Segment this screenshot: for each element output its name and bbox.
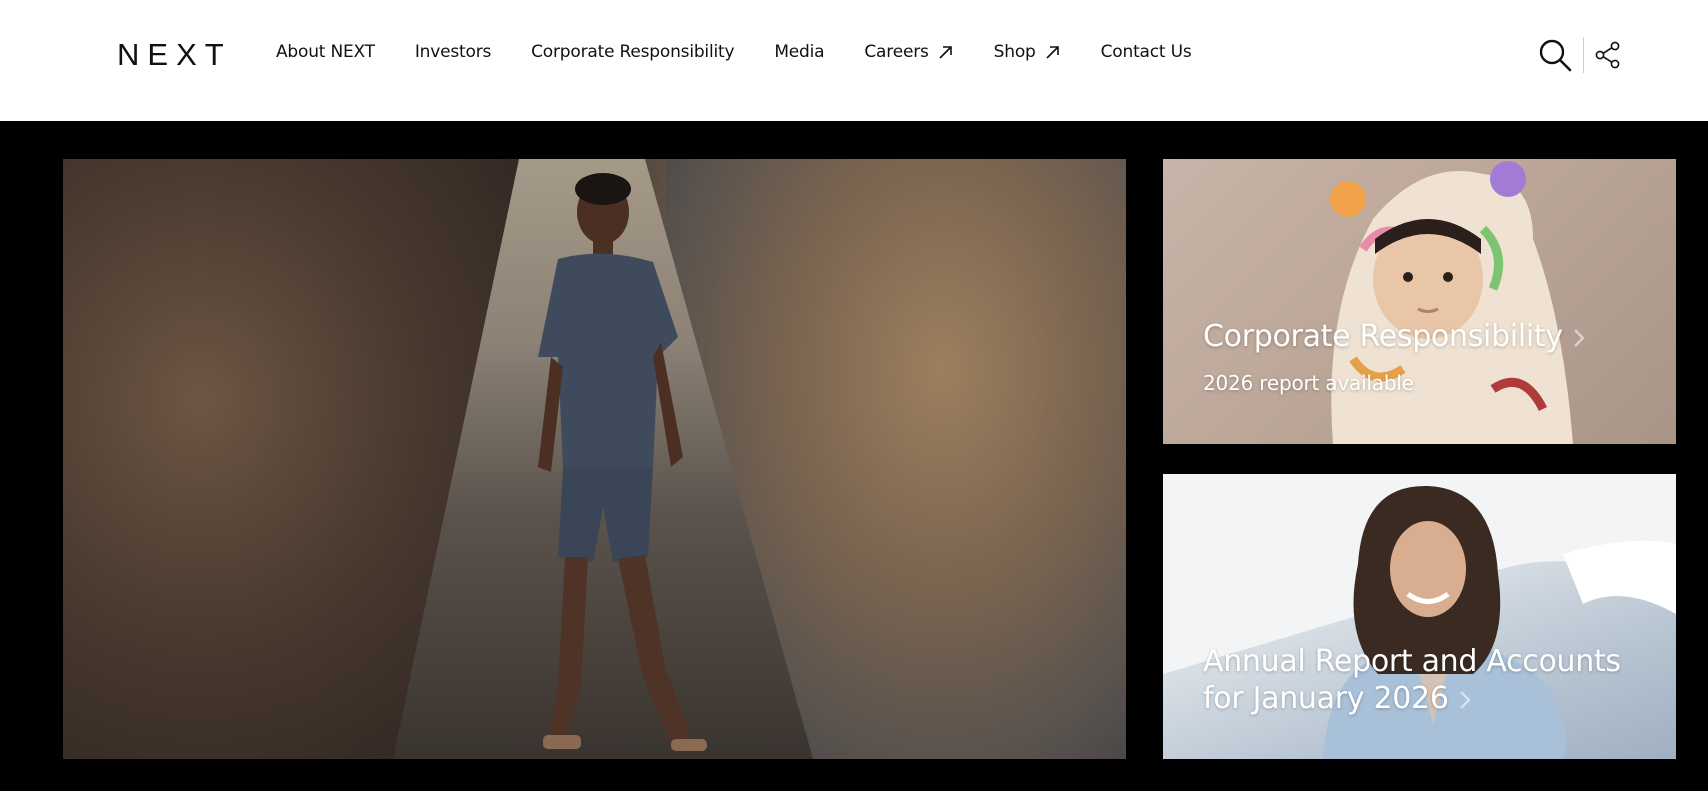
card-title: Annual Report and Accounts for January 2…	[1203, 644, 1621, 716]
nav-item-label: Corporate Responsibility	[531, 42, 735, 62]
hero-person-figure	[538, 173, 707, 751]
nav-item-label: Media	[774, 42, 825, 62]
chevron-right-icon	[1459, 690, 1471, 709]
corporate-responsibility-card[interactable]: Corporate Responsibility 2026 report ava…	[1163, 159, 1676, 444]
header-utilities	[1538, 37, 1621, 73]
nav-item-label: About NEXT	[276, 42, 375, 62]
utility-divider	[1583, 37, 1584, 73]
nav-item-label: Contact Us	[1100, 42, 1192, 62]
nav-item-about[interactable]: About NEXT	[276, 42, 375, 62]
external-link-arrow-icon	[939, 45, 952, 59]
card-subtitle: 2026 report available	[1203, 371, 1414, 395]
annual-report-card[interactable]: Annual Report and Accounts for January 2…	[1163, 474, 1676, 759]
next-logo[interactable]: NEXT	[117, 39, 232, 70]
nav-item-careers[interactable]: Careers	[864, 42, 953, 62]
nav-item-investors[interactable]: Investors	[415, 42, 491, 62]
card-title: Corporate Responsibility	[1203, 318, 1585, 355]
site-header: NEXT About NEXT Investors Corporate Resp…	[0, 0, 1708, 121]
nav-item-contact[interactable]: Contact Us	[1101, 42, 1192, 62]
nav-item-label: Careers	[864, 42, 929, 62]
nav-item-shop[interactable]: Shop	[994, 42, 1061, 62]
child-in-hoodie-image	[1330, 161, 1573, 444]
share-icon[interactable]	[1595, 41, 1621, 69]
main-nav: About NEXT Investors Corporate Responsib…	[276, 42, 1232, 62]
chevron-right-icon	[1573, 328, 1585, 347]
nav-item-corporate-responsibility[interactable]: Corporate Responsibility	[531, 42, 734, 62]
search-icon[interactable]	[1538, 38, 1572, 72]
nav-item-media[interactable]: Media	[774, 42, 824, 62]
nav-item-label: Shop	[993, 42, 1036, 62]
hero-image[interactable]	[63, 159, 1126, 759]
external-link-arrow-icon	[1046, 45, 1059, 59]
main-content: Corporate Responsibility 2026 report ava…	[0, 121, 1708, 791]
nav-item-label: Investors	[414, 42, 492, 62]
